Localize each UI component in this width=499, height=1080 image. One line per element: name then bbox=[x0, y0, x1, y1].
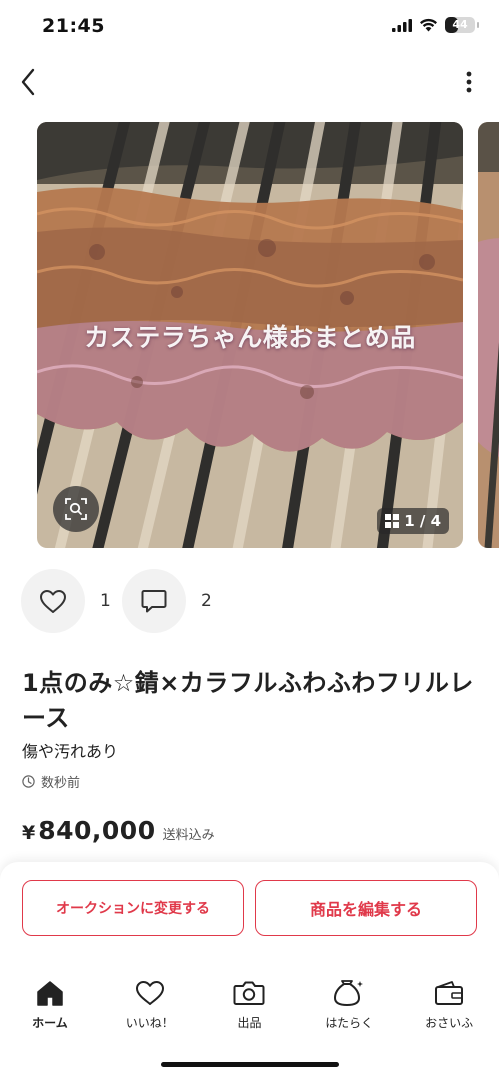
home-indicator[interactable] bbox=[161, 1062, 339, 1067]
item-title: 1点のみ☆錆×カラフルふわふわフリルレース bbox=[22, 669, 474, 732]
comment-button[interactable] bbox=[122, 569, 186, 633]
nav-bar bbox=[0, 54, 499, 110]
scan-zoom-icon bbox=[65, 498, 87, 520]
clock-icon bbox=[22, 775, 35, 788]
heart-icon bbox=[135, 978, 165, 1008]
shipping-note: 送料込み bbox=[162, 828, 215, 843]
comment-count: 2 bbox=[201, 591, 212, 611]
status-icons: 44 bbox=[392, 17, 479, 33]
comment-icon bbox=[141, 590, 167, 613]
price-value: 840,000 bbox=[38, 816, 156, 845]
grid-icon bbox=[385, 514, 400, 528]
photo-counter-text: 1 / 4 bbox=[404, 512, 441, 530]
battery-icon: 44 bbox=[445, 17, 479, 33]
tab-sell[interactable]: 出品 bbox=[200, 978, 300, 1038]
next-photo-peek[interactable] bbox=[478, 122, 499, 548]
item-condition: 傷や汚れあり bbox=[22, 742, 119, 761]
status-time: 21:45 bbox=[42, 15, 105, 37]
back-button[interactable] bbox=[12, 64, 44, 100]
tab-likes[interactable]: いいね！ bbox=[100, 978, 200, 1038]
change-to-auction-button[interactable]: オークションに変更する bbox=[22, 880, 244, 936]
photo-overlay-text: カステラちゃん様おまとめ品 bbox=[84, 323, 416, 352]
tab-work-label: はたらく bbox=[325, 1016, 374, 1030]
bottom-panel: オークションに変更する 商品を編集する bbox=[0, 862, 499, 1080]
edit-item-button[interactable]: 商品を編集する bbox=[255, 880, 477, 936]
item-posted-time: 数秒前 bbox=[22, 772, 80, 791]
tab-likes-label: いいね！ bbox=[125, 1016, 174, 1030]
battery-level: 44 bbox=[452, 18, 468, 31]
tab-wallet-label: おさいふ bbox=[425, 1016, 474, 1030]
more-options-button[interactable] bbox=[459, 66, 479, 98]
wifi-icon bbox=[420, 18, 437, 32]
tab-bar: ホーム いいね！ 出品 はたらく おさいふ bbox=[0, 978, 499, 1038]
heart-outline-icon bbox=[40, 589, 66, 613]
reactions-row: 1 2 bbox=[21, 569, 223, 633]
next-photo-thumbnail bbox=[478, 122, 499, 548]
comment-group: 2 bbox=[122, 569, 223, 633]
money-bag-icon bbox=[333, 978, 365, 1008]
tab-sell-label: 出品 bbox=[237, 1016, 262, 1030]
tab-wallet[interactable]: おさいふ bbox=[399, 978, 499, 1038]
photo-carousel[interactable]: カステラちゃん様おまとめ品 1 / 4 bbox=[0, 122, 499, 548]
chevron-left-icon bbox=[21, 68, 35, 96]
status-bar: 21:45 44 bbox=[0, 0, 499, 54]
tab-home[interactable]: ホーム bbox=[0, 978, 100, 1038]
vertical-ellipsis-icon bbox=[466, 71, 472, 93]
camera-icon bbox=[233, 978, 265, 1008]
battery-cap bbox=[477, 22, 479, 28]
like-count: 1 bbox=[100, 591, 111, 611]
cellular-signal-icon bbox=[392, 18, 412, 32]
price-currency: ¥ bbox=[22, 822, 36, 844]
wallet-icon bbox=[434, 978, 464, 1008]
item-price: ¥ 840,000 送料込み bbox=[22, 816, 215, 845]
tab-home-label: ホーム bbox=[32, 1016, 68, 1030]
zoom-button[interactable] bbox=[53, 486, 99, 532]
home-icon bbox=[36, 978, 64, 1008]
like-button[interactable] bbox=[21, 569, 85, 633]
tab-work[interactable]: はたらく bbox=[299, 978, 399, 1038]
photo-counter: 1 / 4 bbox=[377, 508, 449, 534]
product-photo[interactable]: カステラちゃん様おまとめ品 1 / 4 bbox=[37, 122, 463, 548]
item-time-text: 数秒前 bbox=[41, 776, 81, 791]
